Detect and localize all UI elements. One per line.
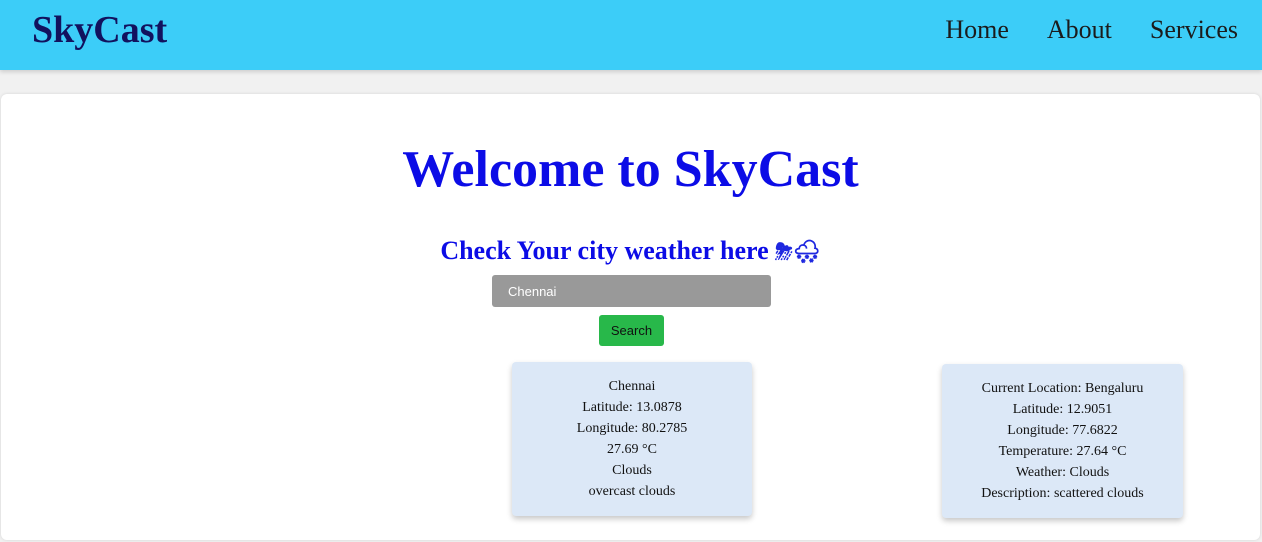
page-subtitle: Check Your city weather here ⛈🌨 xyxy=(1,234,1260,270)
current-description: Description: scattered clouds xyxy=(981,486,1144,501)
city-search-input[interactable] xyxy=(492,275,771,307)
result-latitude: Latitude: 13.0878 xyxy=(582,400,682,415)
nav-link-home[interactable]: Home xyxy=(945,13,1009,47)
result-temperature: 27.69 °C xyxy=(607,442,657,457)
current-location-card: Current Location: Bengaluru Latitude: 12… xyxy=(942,364,1183,518)
result-description: overcast clouds xyxy=(588,484,676,499)
nav-link-about[interactable]: About xyxy=(1047,13,1112,47)
result-weather: Clouds xyxy=(612,463,652,478)
current-location-name: Current Location: Bengaluru xyxy=(981,381,1144,396)
nav-links: Home About Services xyxy=(945,13,1238,47)
result-city: Chennai xyxy=(608,379,656,394)
subtitle-text: Check Your city weather here xyxy=(440,236,769,265)
main-content: Welcome to SkyCast Check Your city weath… xyxy=(1,94,1260,540)
current-latitude: Latitude: 12.9051 xyxy=(1012,402,1113,417)
thunderstorm-icon: ⛈ xyxy=(775,240,793,265)
current-weather: Weather: Clouds xyxy=(1015,465,1110,480)
nav-link-services[interactable]: Services xyxy=(1150,13,1238,47)
brand-logo[interactable]: SkyCast xyxy=(32,8,167,52)
navbar: SkyCast Home About Services xyxy=(0,0,1262,70)
result-longitude: Longitude: 80.2785 xyxy=(576,421,688,436)
search-result-card: Chennai Latitude: 13.0878 Longitude: 80.… xyxy=(512,362,752,516)
current-longitude: Longitude: 77.6822 xyxy=(1007,423,1118,438)
current-temperature: Temperature: 27.64 °C xyxy=(998,444,1127,459)
page-title: Welcome to SkyCast xyxy=(402,141,859,198)
snow-cloud-icon: 🌨 xyxy=(792,240,821,265)
search-button[interactable]: Search xyxy=(599,315,664,346)
